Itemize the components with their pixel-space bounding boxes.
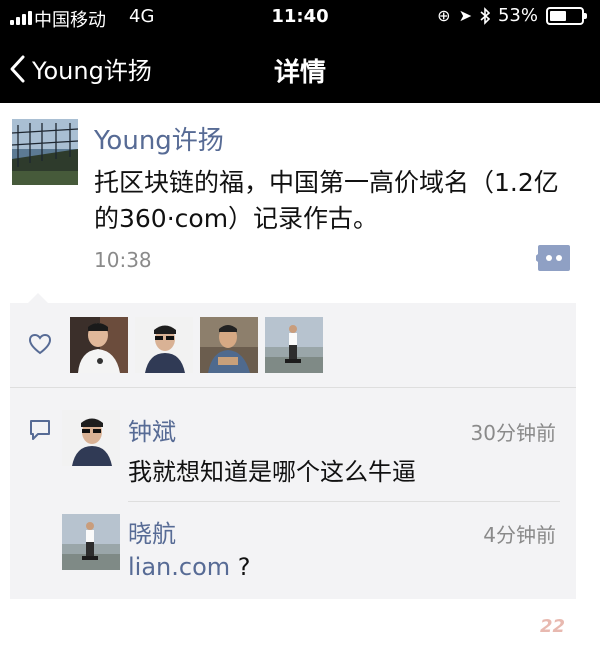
author-avatar[interactable] — [12, 119, 78, 185]
comment-time: 4分钟前 — [483, 523, 556, 547]
comment-text: 我就想知道是哪个这么牛逼 — [128, 458, 416, 486]
comment-time: 30分钟前 — [470, 421, 556, 445]
comment-text-suffix: ? — [230, 553, 251, 581]
location-icon: ➤ — [458, 6, 472, 25]
status-icons: ⊕ ➤ 53% — [437, 5, 587, 26]
nav-bar: Young许扬 详情 — [0, 34, 600, 103]
battery-percent: 53% — [497, 5, 538, 26]
status-bar: 中国移动 4G 11:40 ⊕ ➤ 53% — [0, 0, 600, 34]
top-bar: 中国移动 4G 11:40 ⊕ ➤ 53% Young许扬 详情 — [0, 0, 600, 103]
liker-avatar[interactable] — [200, 317, 258, 373]
commenter-name[interactable]: 钟斌 — [128, 412, 176, 447]
post-time: 10:38 — [94, 248, 152, 272]
battery-icon — [546, 6, 587, 25]
divider — [128, 501, 560, 502]
commenter-avatar[interactable] — [62, 410, 120, 466]
watermark-logo: 22 — [540, 616, 566, 637]
comment-link[interactable]: lian.com — [128, 553, 230, 581]
heart-icon — [28, 333, 52, 355]
comment-text: lian.com ? — [128, 553, 251, 581]
bluetooth-icon — [480, 6, 490, 25]
post-content: 托区块链的福，中国第一高价域名（1.2亿的360·com）记录作古。 — [94, 168, 559, 233]
page-title: 详情 — [273, 58, 326, 88]
more-dots-icon[interactable] — [536, 243, 572, 273]
liker-avatar[interactable] — [70, 317, 128, 373]
commenter-avatar[interactable] — [62, 514, 120, 570]
battery-fill — [550, 10, 566, 21]
liker-avatar[interactable] — [135, 317, 193, 373]
divider — [10, 387, 576, 388]
panel-arrow — [28, 293, 48, 303]
commenter-name[interactable]: 晓航 — [128, 514, 176, 549]
liker-avatar[interactable] — [265, 317, 323, 373]
post-author-name[interactable]: Young许扬 — [94, 120, 224, 157]
rotation-lock-icon: ⊕ — [437, 6, 451, 25]
comment-icon — [30, 420, 50, 440]
